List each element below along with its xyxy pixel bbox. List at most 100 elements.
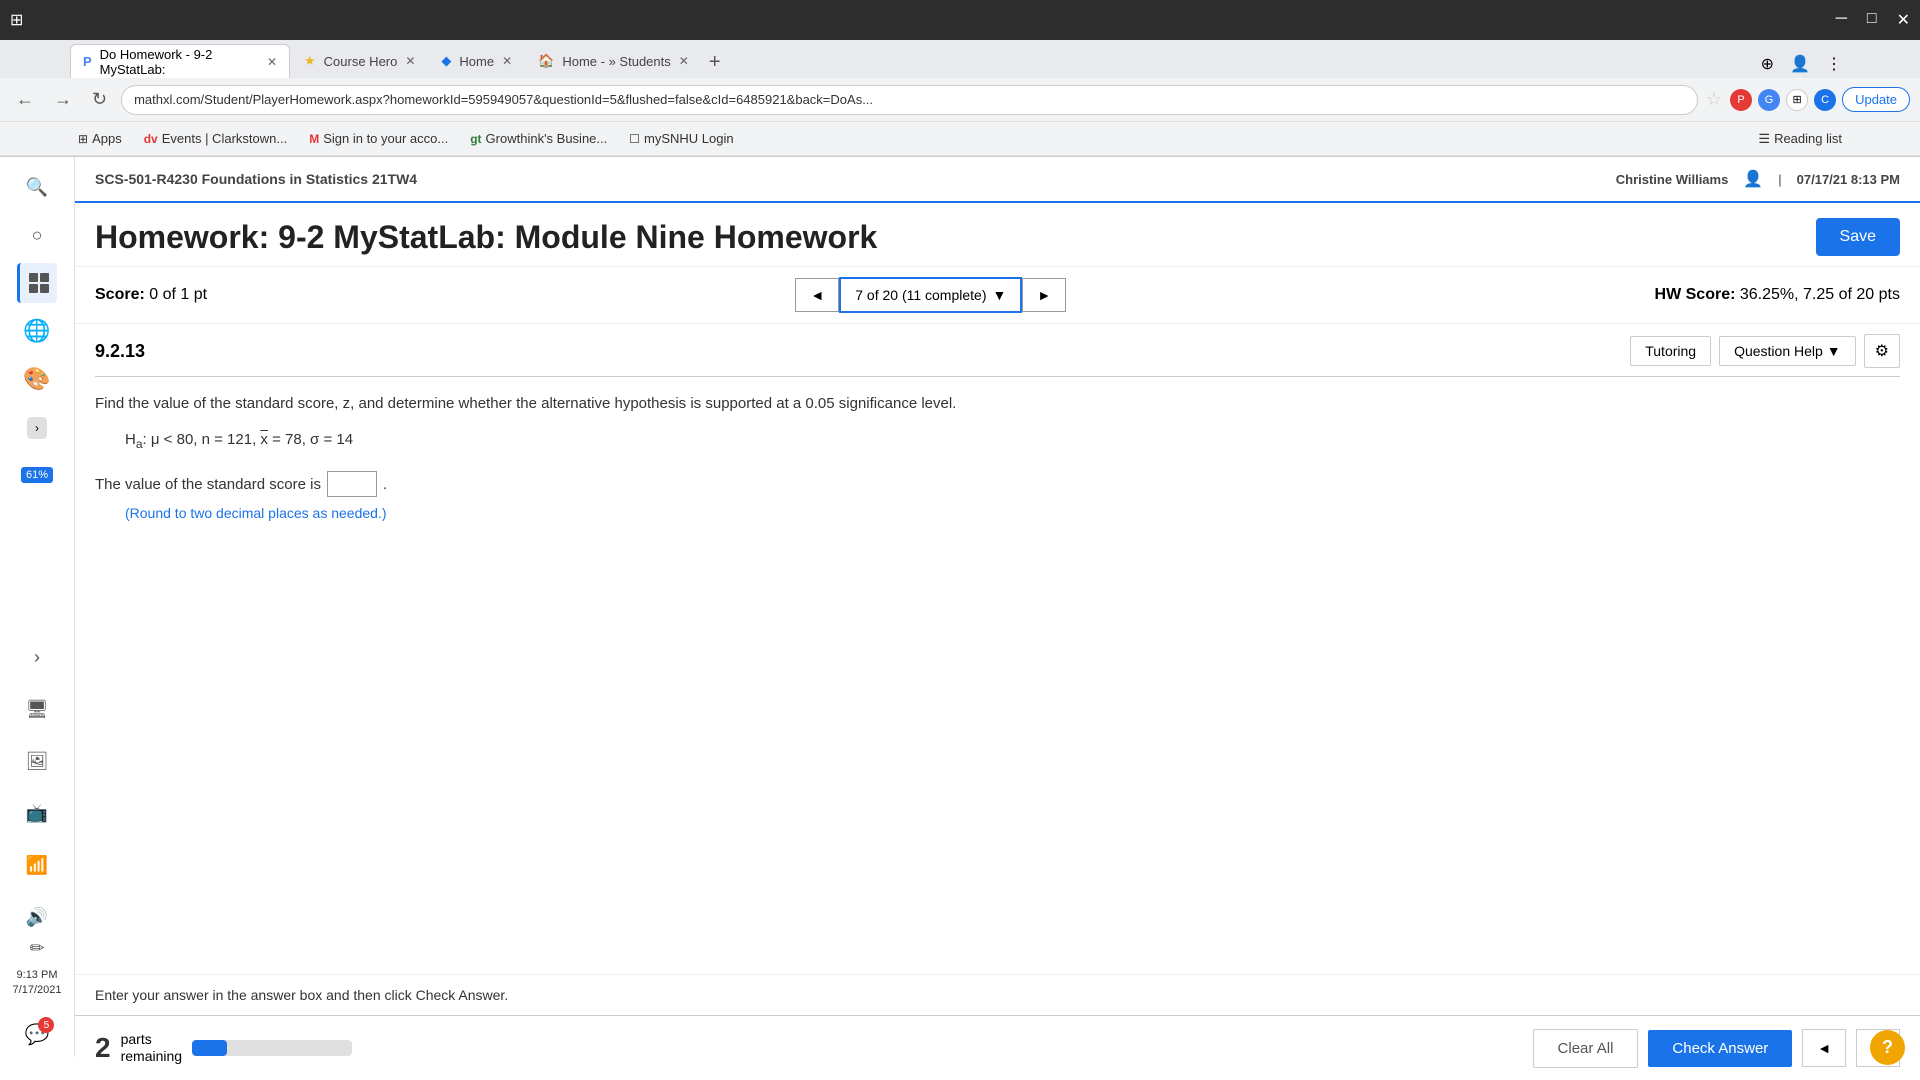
tutoring-button[interactable]: Tutoring (1630, 336, 1711, 366)
sidebar-search-icon[interactable]: 🔍 (17, 167, 57, 207)
tab-home-students[interactable]: 🏠 Home - » Students ✕ (526, 44, 701, 78)
tab-favicon-3: ◆ (441, 53, 451, 69)
sidebar-color-icon[interactable]: 🎨 (17, 359, 57, 399)
question-area: 9.2.13 Tutoring Question Help ▼ ⚙ Find t… (75, 324, 1920, 531)
bookmark-mysnhu-icon: ☐ (629, 132, 640, 146)
sidebar-time: 9:13 PM7/17/2021 (13, 968, 62, 997)
left-sidebar: 🔍 ○ 🌐 🎨 › 61% › 🖥 🖼 📺 📶 🔊 ✏ (0, 157, 75, 1057)
reading-list-button[interactable]: ☰ Reading list (1750, 128, 1850, 150)
answer-suffix: . (383, 476, 387, 493)
sidebar-grid-icon[interactable] (17, 263, 57, 303)
nav-controls: ◄ 7 of 20 (11 complete) ▼ ► (795, 277, 1066, 313)
next-question-button[interactable]: ► (1022, 278, 1066, 312)
instruction-text: Enter your answer in the answer box and … (95, 987, 508, 1003)
profile-icon[interactable]: 👤 (1782, 50, 1818, 78)
chrome-profile-icon[interactable]: C (1814, 89, 1836, 111)
question-selector[interactable]: 7 of 20 (11 complete) ▼ (839, 277, 1022, 313)
dropdown-arrow-icon: ▼ (993, 287, 1007, 303)
round-note: (Round to two decimal places as needed.) (125, 505, 1900, 521)
question-help-button[interactable]: Question Help ▼ (1719, 336, 1856, 366)
bookmark-apps[interactable]: ⊞ Apps (70, 128, 130, 149)
prev-question-button[interactable]: ◄ (795, 278, 839, 312)
sidebar-bottom-area: 💬 5 (0, 1022, 74, 1047)
tab-close-3[interactable]: ✕ (502, 54, 512, 68)
update-button[interactable]: Update (1842, 87, 1910, 112)
notification-count: 5 (38, 1017, 54, 1033)
user-info: Christine Williams 👤 | 07/17/21 8:13 PM (1616, 169, 1900, 189)
save-button[interactable]: Save (1816, 218, 1900, 256)
question-help-label: Question Help (1734, 343, 1823, 359)
score-label: Score: (95, 286, 145, 303)
bookmark-mysnhu-label: mySNHU Login (644, 131, 734, 146)
sidebar-image-icon[interactable]: 🖼 (17, 741, 57, 781)
notification-badge[interactable]: 💬 5 (25, 1022, 50, 1047)
address-bar: ← → ↻ ☆ P G ⊞ C Update (0, 78, 1920, 122)
parts-remaining: 2 parts remaining (95, 1031, 352, 1065)
bookmark-events-label: Events | Clarkstown... (162, 131, 287, 146)
hypothesis-text: Ha: μ < 80, n = 121, x = 78, σ = 14 (125, 431, 1900, 451)
sidebar-circle-icon[interactable]: ○ (17, 215, 57, 255)
clear-all-button[interactable]: Clear All (1533, 1029, 1639, 1068)
new-tab-button[interactable]: + (701, 47, 729, 78)
pinterest-icon[interactable]: P (1730, 89, 1752, 111)
sidebar-time-area: ✏ 9:13 PM7/17/2021 (0, 928, 74, 997)
datetime: 07/17/21 8:13 PM (1797, 172, 1900, 187)
minimize-button[interactable]: ─ (1836, 10, 1847, 30)
bookmark-gt-icon: gt (470, 132, 481, 146)
sidebar-tv-icon[interactable]: 📺 (17, 793, 57, 833)
tabs-bar: P Do Homework - 9-2 MyStatLab: ✕ ★ Cours… (0, 40, 1920, 78)
parts-label: parts (121, 1031, 182, 1048)
homework-title: Homework: 9-2 MyStatLab: Module Nine Hom… (95, 219, 877, 256)
bookmark-star-icon[interactable]: ☆ (1706, 89, 1722, 110)
reload-button[interactable]: ↻ (86, 85, 113, 114)
sidebar-wifi-icon[interactable]: 📶 (17, 845, 57, 885)
address-input[interactable] (121, 85, 1698, 115)
sidebar-expand-arrow[interactable]: › (17, 637, 57, 677)
tab-close-2[interactable]: ✕ (405, 54, 415, 68)
settings-icon[interactable]: ⋮ (1818, 50, 1850, 78)
question-text: Find the value of the standard score, z,… (95, 392, 1900, 416)
tab-close-1[interactable]: ✕ (267, 55, 277, 69)
hw-score-value: 36.25%, 7.25 of 20 pts (1740, 286, 1900, 303)
bottom-bar: 2 parts remaining Clear All Check Answer… (75, 1015, 1920, 1080)
score-value: 0 of 1 pt (149, 286, 207, 303)
hw-score-label: HW Score: (1655, 286, 1736, 303)
bookmark-growthink[interactable]: gt Growthink's Busine... (462, 128, 615, 149)
bookmark-signin-label: Sign in to your acco... (323, 131, 448, 146)
sidebar-bottom-icons: › 🖥 🖼 📺 📶 🔊 (0, 637, 74, 937)
homework-header: Homework: 9-2 MyStatLab: Module Nine Hom… (75, 203, 1920, 267)
score-row: Score: 0 of 1 pt ◄ 7 of 20 (11 complete)… (75, 267, 1920, 324)
bookmark-signin[interactable]: M Sign in to your acco... (301, 128, 456, 149)
tab-close-4[interactable]: ✕ (679, 54, 689, 68)
instruction-bar: Enter your answer in the answer box and … (75, 974, 1920, 1015)
close-button[interactable]: ✕ (1897, 10, 1910, 30)
sidebar-monitor-icon[interactable]: 🖥 (17, 689, 57, 729)
score-right: HW Score: 36.25%, 7.25 of 20 pts (1655, 286, 1900, 304)
tab-favicon-4: 🏠 (538, 53, 554, 69)
answer-line: The value of the standard score is . (95, 471, 1900, 497)
check-answer-button[interactable]: Check Answer (1648, 1030, 1792, 1067)
sidebar-chrome-icon[interactable]: 🌐 (17, 311, 57, 351)
title-bar: ⊞ ─ □ ✕ (0, 0, 1920, 40)
tab-home[interactable]: ◆ Home ✕ (429, 44, 524, 78)
grammarly-icon[interactable]: G (1758, 89, 1780, 111)
reading-list-label: Reading list (1774, 131, 1842, 146)
back-button[interactable]: ← (10, 85, 40, 114)
maximize-button[interactable]: □ (1867, 10, 1877, 30)
tab-do-homework[interactable]: P Do Homework - 9-2 MyStatLab: ✕ (70, 44, 290, 78)
settings-gear-button[interactable]: ⚙ (1864, 334, 1900, 368)
puzzle-icon[interactable]: ⊞ (1786, 89, 1808, 111)
forward-button[interactable]: → (48, 85, 78, 114)
bookmark-mysnhu[interactable]: ☐ mySNHU Login (621, 128, 741, 149)
answer-prefix: The value of the standard score is (95, 476, 321, 493)
question-selector-label: 7 of 20 (11 complete) (855, 287, 986, 303)
help-circle-button[interactable]: ? (1870, 1030, 1905, 1065)
tab-course-hero[interactable]: ★ Course Hero ✕ (292, 44, 427, 78)
sidebar-pen-icon[interactable]: ✏ (17, 928, 57, 968)
answer-input[interactable] (327, 471, 377, 497)
bottom-prev-button[interactable]: ◄ (1802, 1029, 1846, 1067)
sidebar-expand-btn[interactable]: › (27, 417, 47, 439)
sidebar-progress-badge: 61% (21, 467, 53, 483)
extensions-icon[interactable]: ⊕ (1753, 50, 1782, 78)
bookmark-events[interactable]: dv Events | Clarkstown... (136, 128, 296, 149)
